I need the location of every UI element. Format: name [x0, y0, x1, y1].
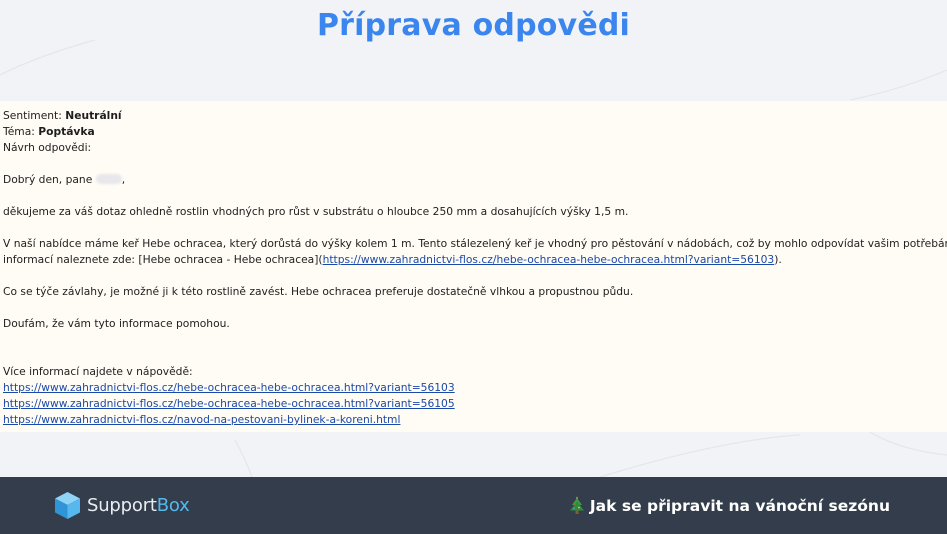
- paragraph-2-line-1: V naší nabídce máme keř Hebe ochracea, k…: [3, 237, 947, 250]
- help-link[interactable]: https://www.zahradnictvi-flos.cz/hebe-oc…: [3, 381, 455, 394]
- paragraph-4: Doufám, že vám tyto informace pomohou.: [3, 317, 230, 330]
- page-title: Příprava odpovědi: [316, 8, 631, 43]
- help-link[interactable]: https://www.zahradnictvi-flos.cz/hebe-oc…: [3, 397, 455, 410]
- logo-text-box: Box: [156, 494, 190, 516]
- greeting-line: Dobrý den, pane ,: [3, 172, 125, 188]
- footer-bar: SupportBox Jak se připravit na vánoční s…: [0, 477, 947, 534]
- topic-row: Téma: Poptávka: [3, 124, 95, 140]
- topic-value: Poptávka: [38, 125, 95, 138]
- help-link[interactable]: https://www.zahradnictvi-flos.cz/navod-n…: [3, 413, 400, 426]
- paragraph-2-end: ).: [774, 253, 782, 266]
- greeting-text: Dobrý den, pane: [3, 173, 93, 186]
- more-info-label: Více informací najdete v nápovědě:: [3, 365, 193, 378]
- sentiment-label: Sentiment:: [3, 109, 62, 122]
- paragraph-1: děkujeme za váš dotaz ohledně rostlin vh…: [3, 205, 629, 218]
- logo-text-support: Support: [87, 494, 157, 516]
- redacted-name: [95, 174, 122, 184]
- product-link-inline[interactable]: https://www.zahradnictvi-flos.cz/hebe-oc…: [323, 253, 775, 266]
- paragraph-2-line-2: informací naleznete zde: [Hebe ochracea …: [3, 252, 782, 268]
- paragraph-2-text: informací naleznete zde: [Hebe ochracea …: [3, 253, 323, 266]
- paragraph-3: Co se týče závlahy, je možné ji k této r…: [3, 285, 634, 298]
- topic-label: Téma:: [3, 125, 35, 138]
- cube-icon: [55, 491, 80, 519]
- supportbox-logo[interactable]: SupportBox: [54, 491, 190, 519]
- draft-label: Návrh odpovědi:: [3, 141, 92, 154]
- logo-text: SupportBox: [87, 495, 190, 516]
- christmas-season-link[interactable]: Jak se připravit na vánoční sezónu: [569, 496, 890, 515]
- response-draft-panel: Sentiment: Neutrální Téma: Poptávka Návr…: [0, 101, 947, 432]
- greeting-comma: ,: [121, 173, 126, 186]
- promo-text: Jak se připravit na vánoční sezónu: [589, 496, 890, 515]
- christmas-tree-icon: [569, 496, 584, 514]
- sentiment-row: Sentiment: Neutrální: [3, 108, 122, 124]
- sentiment-value: Neutrální: [65, 109, 122, 122]
